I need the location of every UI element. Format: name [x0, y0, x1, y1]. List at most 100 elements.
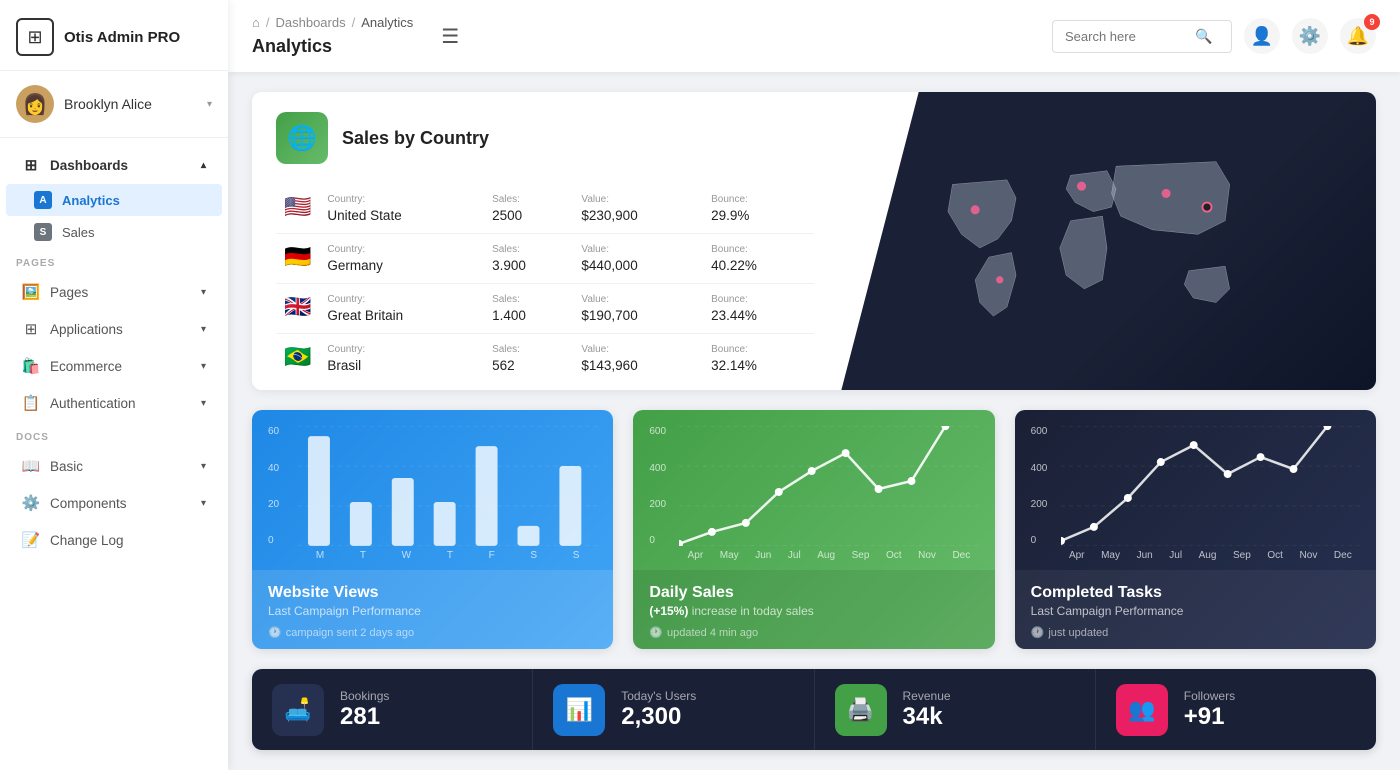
bottom-stat-value: +91 [1184, 703, 1235, 731]
logo-icon: ⊞ [16, 18, 54, 56]
daily-sales-chart: 600 400 200 0 [633, 410, 994, 570]
sidebar-user[interactable]: 👩 Brooklyn Alice ▾ [0, 71, 228, 138]
website-views-chart: 60 40 20 0 [252, 410, 613, 570]
search-box[interactable]: 🔍 [1052, 20, 1232, 53]
website-views-meta: 🕐 campaign sent 2 days ago [268, 626, 597, 639]
chevron-down-icon-comp: ▾ [201, 498, 206, 509]
stats-row: 60 40 20 0 [252, 410, 1376, 649]
breadcrumb-analytics: Analytics [361, 15, 413, 30]
website-views-subtitle: Last Campaign Performance [268, 604, 597, 618]
ecommerce-icon: 🛍️ [22, 357, 40, 375]
search-icon: 🔍 [1195, 28, 1212, 45]
sidebar-item-sales[interactable]: S Sales [6, 216, 222, 248]
chevron-up-icon: ▴ [201, 160, 206, 171]
bottom-stat-item: 📊 Today's Users 2,300 [533, 669, 814, 750]
website-views-card: 60 40 20 0 [252, 410, 613, 649]
chevron-down-icon-apps: ▾ [201, 324, 206, 335]
sidebar-item-pages[interactable]: 🖼️ Pages ▾ [6, 274, 222, 310]
sidebar-item-components[interactable]: ⚙️ Components ▾ [6, 485, 222, 521]
content-area: 🌐 Sales by Country 🇺🇸 Country: United St… [228, 72, 1400, 770]
bottom-stat-label: Today's Users [621, 689, 696, 703]
avatar: 👩 [16, 85, 54, 123]
header: ⌂ / Dashboards / Analytics Analytics ☰ 🔍… [228, 0, 1400, 72]
user-name: Brooklyn Alice [64, 96, 197, 112]
daily-sales-chart-svg [679, 426, 978, 546]
chevron-down-icon-auth: ▾ [201, 398, 206, 409]
sidebar-nav: ⊞ Dashboards ▴ A Analytics S Sales PAGES… [0, 138, 228, 770]
globe-icon: 🌐 [276, 112, 328, 164]
auth-icon: 📋 [22, 394, 40, 412]
notification-badge: 9 [1364, 14, 1380, 30]
docs-group-label: DOCS [0, 422, 228, 447]
components-icon: ⚙️ [22, 494, 40, 512]
analytics-indicator: A [34, 191, 52, 209]
sidebar-item-changelog[interactable]: 📝 Change Log [6, 522, 222, 558]
bottom-stat-item: 👥 Followers +91 [1096, 669, 1376, 750]
sidebar-item-dashboards[interactable]: ⊞ Dashboards ▴ [6, 147, 222, 183]
sales-by-country-card: 🌐 Sales by Country 🇺🇸 Country: United St… [252, 92, 1376, 390]
breadcrumb: ⌂ / Dashboards / Analytics Analytics [252, 15, 413, 57]
bottom-stat-item: 🛋️ Bookings 281 [252, 669, 533, 750]
completed-tasks-chart-svg [1061, 426, 1360, 546]
grid-icon: ⊞ [22, 156, 40, 174]
bottom-stat-icon: 👥 [1116, 684, 1168, 736]
sidebar-item-basic[interactable]: 📖 Basic ▾ [6, 448, 222, 484]
bottom-stat-icon: 📊 [553, 684, 605, 736]
hamburger-menu[interactable]: ☰ [441, 24, 459, 49]
table-row: 🇧🇷 Country: Brasil Sales: 562 Value: $14… [276, 334, 814, 384]
world-map-container [838, 92, 1376, 390]
website-views-info: Website Views Last Campaign Performance … [252, 570, 613, 649]
sidebar-item-ecommerce[interactable]: 🛍️ Ecommerce ▾ [6, 348, 222, 384]
daily-sales-x-labels: Apr May Jun Jul Aug Sep Oct Nov Dec [679, 546, 978, 569]
sidebar-logo: ⊞ Otis Admin PRO [0, 0, 228, 71]
bottom-stat-label: Revenue [903, 689, 951, 703]
world-map-svg [917, 148, 1297, 348]
applications-icon: ⊞ [22, 320, 40, 338]
daily-sales-subtitle: (+15%) increase in today sales [649, 604, 978, 618]
sidebar-item-applications[interactable]: ⊞ Applications ▾ [6, 311, 222, 347]
home-icon: ⌂ [252, 15, 260, 30]
table-row: 🇺🇸 Country: United State Sales: 2500 Val… [276, 184, 814, 234]
daily-sales-title: Daily Sales [649, 584, 978, 602]
table-row: 🇩🇪 Country: Germany Sales: 3.900 Value: … [276, 234, 814, 284]
completed-tasks-chart: 600 400 200 0 [1015, 410, 1376, 570]
chevron-down-icon-ecommerce: ▾ [201, 361, 206, 372]
user-profile-button[interactable]: 👤 [1244, 18, 1280, 54]
bottom-stat-icon: 🛋️ [272, 684, 324, 736]
website-views-x-labels: M T W T F S S [298, 546, 597, 569]
basic-icon: 📖 [22, 457, 40, 475]
notification-button[interactable]: 🔔 9 [1340, 18, 1376, 54]
daily-sales-info: Daily Sales (+15%) increase in today sal… [633, 570, 994, 649]
website-views-title: Website Views [268, 584, 597, 602]
completed-tasks-title: Completed Tasks [1031, 584, 1360, 602]
bottom-stats-bar: 🛋️ Bookings 281 📊 Today's Users 2,300 🖨️… [252, 669, 1376, 750]
settings-button[interactable]: ⚙️ [1292, 18, 1328, 54]
logo-text: Otis Admin PRO [64, 29, 180, 46]
bottom-stat-value: 2,300 [621, 703, 696, 731]
sidebar: ⊞ Otis Admin PRO 👩 Brooklyn Alice ▾ ⊞ Da… [0, 0, 228, 770]
changelog-icon: 📝 [22, 531, 40, 549]
main-content: ⌂ / Dashboards / Analytics Analytics ☰ 🔍… [228, 0, 1400, 770]
completed-tasks-info: Completed Tasks Last Campaign Performanc… [1015, 570, 1376, 649]
pages-icon: 🖼️ [22, 283, 40, 301]
daily-sales-card: 600 400 200 0 [633, 410, 994, 649]
country-table: 🇺🇸 Country: United State Sales: 2500 Val… [276, 184, 814, 383]
sales-indicator: S [34, 223, 52, 241]
sidebar-item-analytics[interactable]: A Analytics [6, 184, 222, 216]
chevron-down-icon: ▾ [207, 99, 212, 110]
bar-chart-svg [298, 426, 597, 546]
completed-tasks-meta: 🕐 just updated [1031, 626, 1360, 639]
bottom-stat-value: 34k [903, 703, 951, 731]
completed-tasks-y-labels: 600 400 200 0 [1031, 426, 1048, 546]
completed-tasks-subtitle: Last Campaign Performance [1031, 604, 1360, 618]
sales-country-data: 🌐 Sales by Country 🇺🇸 Country: United St… [252, 92, 838, 390]
search-input[interactable] [1065, 29, 1195, 44]
bottom-stat-item: 🖨️ Revenue 34k [815, 669, 1096, 750]
chevron-down-icon-pages: ▾ [201, 287, 206, 298]
daily-sales-y-labels: 600 400 200 0 [649, 426, 666, 546]
sidebar-item-authentication[interactable]: 📋 Authentication ▾ [6, 385, 222, 421]
bottom-stat-label: Followers [1184, 689, 1235, 703]
table-row: 🇬🇧 Country: Great Britain Sales: 1.400 V… [276, 284, 814, 334]
bottom-stat-icon: 🖨️ [835, 684, 887, 736]
website-views-y-labels: 60 40 20 0 [268, 426, 279, 546]
